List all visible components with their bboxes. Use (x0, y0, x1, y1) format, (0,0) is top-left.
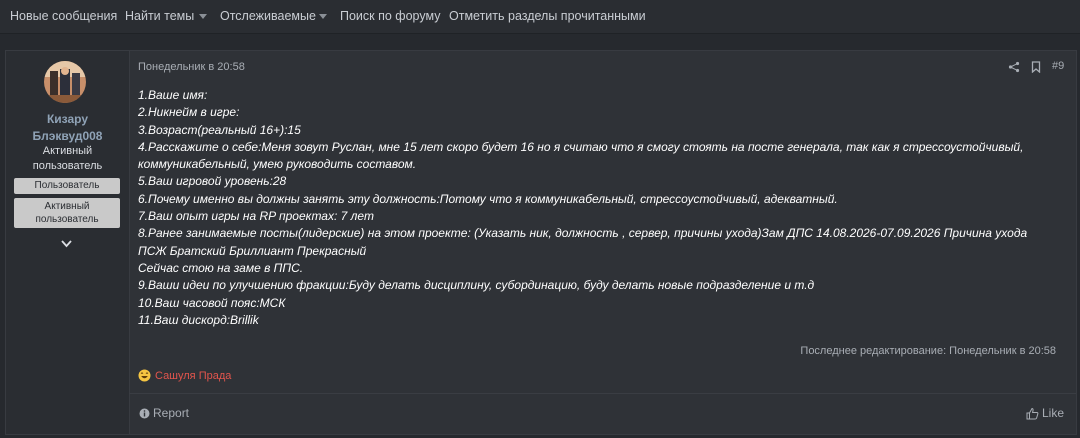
post-line: 11.Ваш дискорд:Brillik (138, 312, 259, 327)
post-number[interactable]: #9 (1052, 60, 1064, 72)
user-banner-active: Активный пользователь (14, 198, 120, 228)
reaction-user[interactable]: Сашуля Прада (155, 370, 231, 382)
user-banner-active-line1: Активный (44, 201, 90, 212)
post-footer-divider (129, 393, 1076, 394)
nav-find-threads[interactable]: Найти темы (125, 9, 194, 23)
post-line: 4.Расскажите о себе:Меня зовут Руслан, м… (138, 139, 1024, 154)
nav-watched[interactable]: Отслеживаемые (220, 9, 316, 23)
user-banner-user: Пользователь (14, 178, 120, 194)
thumbs-up-icon (1026, 407, 1039, 419)
last-edit-note: Последнее редактирование: Понедельник в … (800, 345, 1056, 357)
post-date[interactable]: Понедельник в 20:58 (138, 61, 245, 73)
share-icon[interactable] (1008, 61, 1020, 73)
post-content: 1.Ваше имя: 2.Никнейм в игре: 3.Возраст(… (138, 87, 1063, 329)
nav-mark-read[interactable]: Отметить разделы прочитанными (449, 9, 646, 23)
nav-search-forum[interactable]: Поиск по форуму (340, 9, 440, 23)
report-label[interactable]: Report (153, 406, 189, 420)
user-banner-active-line2: пользователь (35, 214, 99, 225)
post-line: 5.Ваш игровой уровень:28 (138, 174, 287, 189)
bookmark-icon[interactable] (1031, 61, 1041, 73)
post-line: 2.Никнейм в игре: (138, 105, 240, 120)
reaction-bar[interactable]: Сашуля Прада (138, 369, 231, 382)
info-icon (139, 408, 150, 418)
chevron-down-icon[interactable] (319, 14, 327, 19)
user-title-line1: Активный (42, 145, 93, 157)
username-line2[interactable]: Блэквуд008 (6, 129, 129, 143)
post-line: 1.Ваше имя: (138, 88, 208, 102)
laughing-emoji-icon (138, 369, 151, 382)
forum-post: Кизару Блэквуд008 Активный пользователь … (5, 50, 1077, 435)
like-button[interactable]: Like (1026, 406, 1064, 420)
report-button[interactable]: Report (139, 406, 189, 420)
user-info-panel: Кизару Блэквуд008 Активный пользователь … (6, 51, 130, 434)
post-line: 10.Ваш часовой пояс:МСК (138, 295, 286, 310)
avatar[interactable] (44, 61, 86, 103)
chevron-down-icon[interactable] (199, 14, 207, 19)
post-line: 7.Ваш опыт игры на RP проектах: 7 лет (138, 209, 374, 224)
post-line: 9.Ваши идеи по улучшению фракции:Буду де… (138, 278, 815, 293)
post-line: 8.Ранее занимаемые посты(лидерские) на э… (138, 226, 1028, 241)
like-label[interactable]: Like (1042, 406, 1064, 420)
forum-nav-bar: Новые сообщения Найти темы Отслеживаемые… (0, 0, 1080, 34)
post-line: коммуникабельный, умею руководить состав… (138, 157, 417, 172)
chevron-down-icon[interactable] (60, 237, 73, 250)
user-title-line2: пользователь (32, 160, 103, 172)
post-line: 3.Возраст(реальный 16+):15 (138, 122, 301, 137)
username-line1[interactable]: Кизару (6, 112, 129, 126)
post-line: Сейчас стою на заме в ППС. (138, 260, 304, 275)
nav-new-messages[interactable]: Новые сообщения (10, 9, 117, 23)
post-line: ПСЖ Братский Бриллиант Прекрасный (138, 243, 367, 258)
post-line: 6.Почему именно вы должны занять эту дол… (138, 191, 838, 206)
